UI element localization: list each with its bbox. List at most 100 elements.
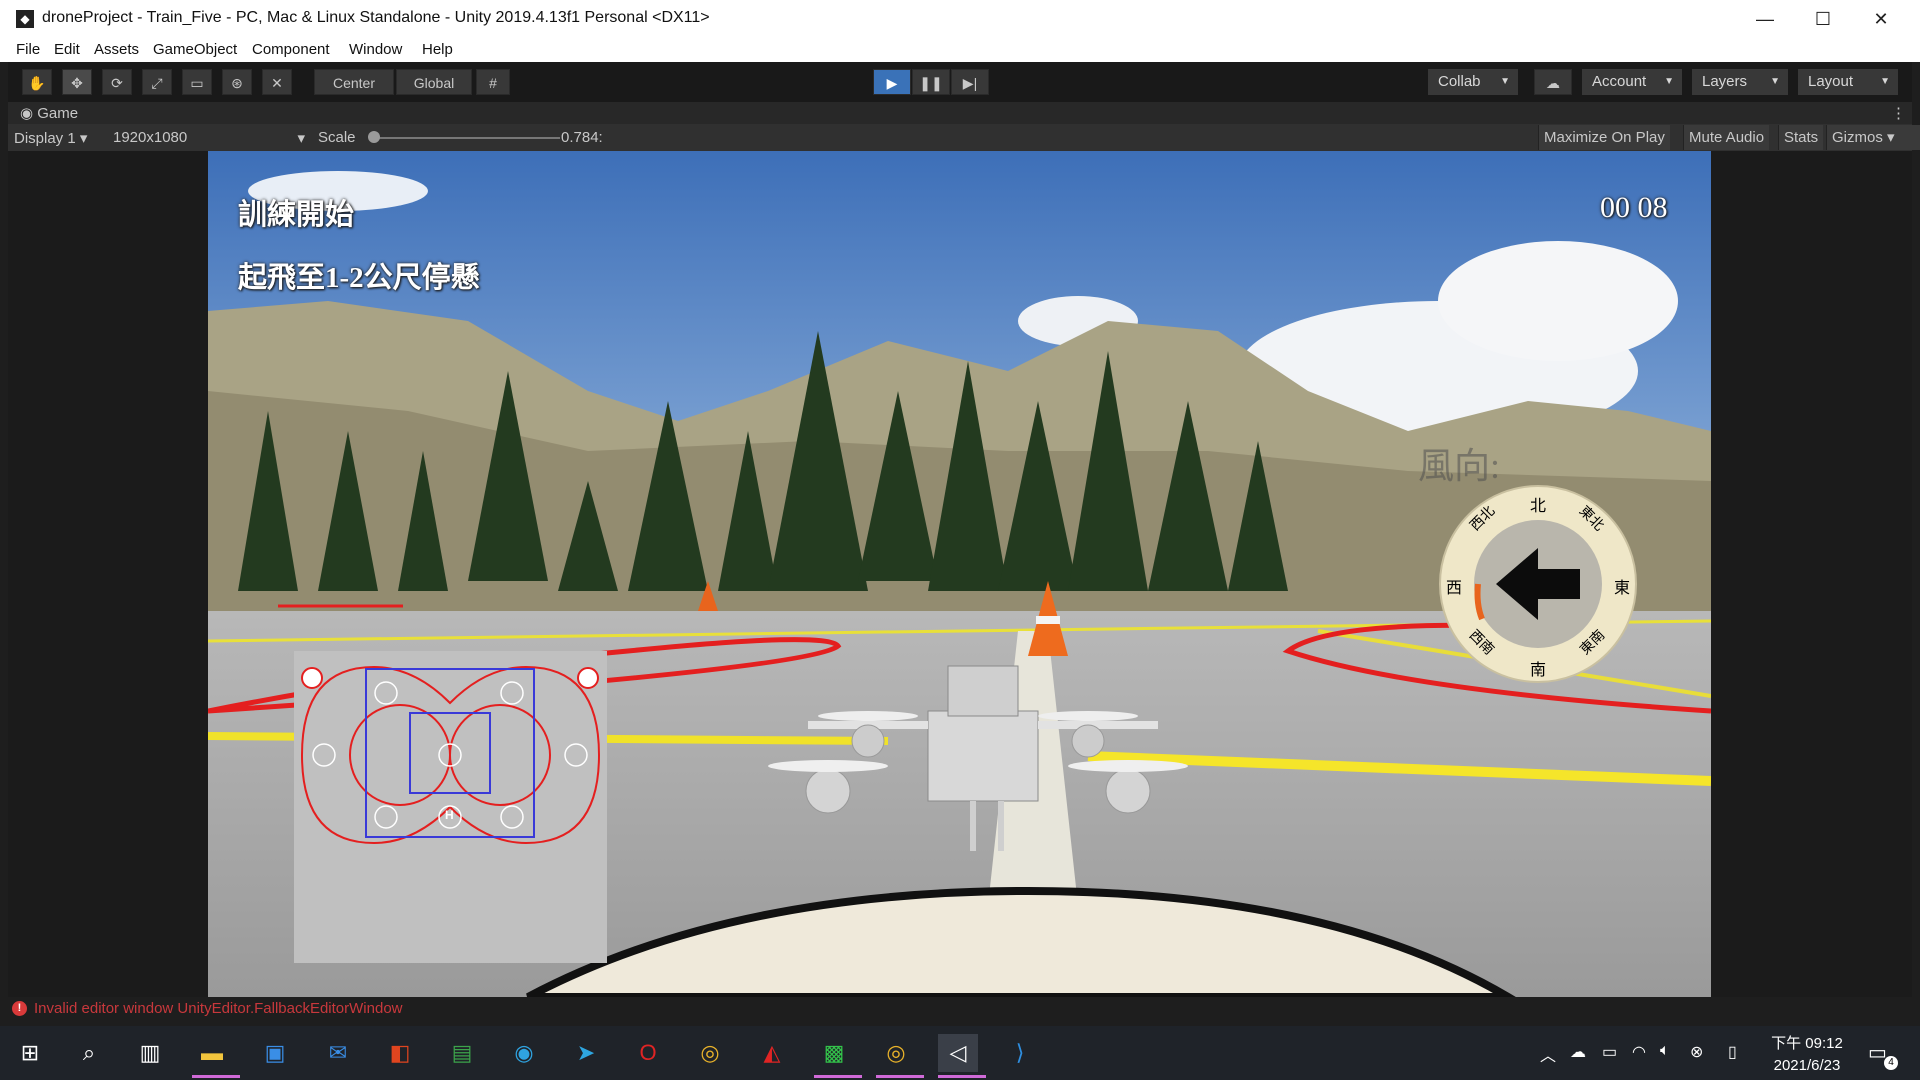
layout-label: Layout <box>1808 73 1854 90</box>
scale-slider-thumb[interactable] <box>368 131 380 143</box>
space-label: Global <box>413 75 455 91</box>
hud-status-line2: 起飛至1-2公尺停懸 <box>238 262 480 294</box>
close-button[interactable]: ✕ <box>1852 0 1910 38</box>
gizmos-dropdown[interactable]: Gizmos ▾ <box>1826 125 1920 150</box>
hud-status-line1: 訓練開始 <box>238 199 355 231</box>
line-icon[interactable]: ▩ <box>814 1034 862 1078</box>
rect-tool-icon[interactable]: ▭ <box>182 69 212 95</box>
garena-icon[interactable]: ◭ <box>752 1034 792 1072</box>
notification-count-badge: 4 <box>1884 1056 1898 1070</box>
resolution-dropdown[interactable]: 1920x1080 ▾ <box>113 129 305 147</box>
opera-icon[interactable]: O <box>628 1034 668 1072</box>
window-title: droneProject - Train_Five - PC, Mac & Li… <box>42 9 710 26</box>
account-label: Account <box>1592 73 1647 90</box>
step-button[interactable]: ▶| <box>951 69 989 95</box>
display-label: Display 1 <box>14 130 76 147</box>
input-method-icon[interactable]: ▯ <box>1728 1042 1737 1062</box>
hud-timer: 00 08 <box>1600 191 1668 224</box>
rotate-tool-icon[interactable]: ⟳ <box>102 69 132 95</box>
menu-edit[interactable]: Edit <box>54 41 80 58</box>
network-off-icon[interactable]: ⊗ <box>1690 1042 1703 1062</box>
file-explorer-icon[interactable]: ▬ <box>192 1034 240 1078</box>
display-dropdown[interactable]: Display 1 ▾ <box>14 129 87 147</box>
scale-tool-icon[interactable]: ⤢ <box>142 69 172 95</box>
battery-icon[interactable]: ▭ <box>1602 1042 1617 1062</box>
game-view-toolbar: Display 1 ▾ 1920x1080 ▾ Scale 0.784: Maxi… <box>8 124 1920 151</box>
cloud-icon[interactable]: ☁ <box>1534 69 1572 95</box>
tray-expand-icon[interactable]: ︿ <box>1540 1042 1556 1066</box>
transform-tool-icon[interactable]: ⊛ <box>222 69 252 95</box>
office-icon[interactable]: ◧ <box>380 1034 420 1072</box>
clock-date: 2021/6/23 <box>1773 1057 1841 1074</box>
vscode-icon[interactable]: ⟩ <box>1000 1034 1040 1072</box>
collab-label: Collab <box>1438 73 1481 90</box>
menu-bar: File Edit Assets GameObject Component Wi… <box>0 38 1920 62</box>
search-icon[interactable]: ⌕ <box>69 1034 109 1072</box>
menu-assets[interactable]: Assets <box>94 41 139 58</box>
active-indicator <box>192 1075 240 1078</box>
telegram-icon[interactable]: ➤ <box>566 1034 606 1072</box>
minimize-button[interactable]: — <box>1736 0 1794 38</box>
compass-e: 東 <box>1614 580 1631 597</box>
pivot-label: Center <box>332 75 376 91</box>
console-status-bar[interactable]: ! Invalid editor window UnityEditor.Fall… <box>8 997 1912 1021</box>
menu-gameobject[interactable]: GameObject <box>153 41 237 58</box>
menu-component[interactable]: Component <box>252 41 330 58</box>
maximize-button[interactable]: ☐ <box>1794 0 1852 38</box>
mail-icon[interactable]: ✉ <box>318 1034 358 1072</box>
clock[interactable]: 下午 09:12 2021/6/23 <box>1768 1032 1846 1074</box>
more-options-icon[interactable]: ⋮ <box>1891 104 1906 122</box>
active-indicator <box>814 1075 862 1078</box>
hand-tool-icon[interactable]: ✋ <box>22 69 52 95</box>
menu-help[interactable]: Help <box>422 41 453 58</box>
main-toolbar: ✋ ✥ ⟳ ⤢ ▭ ⊛ ✕ Center Global # ▶ ❚❚ ▶| Co… <box>8 62 1912 102</box>
wind-direction-label: 風向: <box>1418 446 1501 486</box>
volume-icon[interactable]: 🔈︎ <box>1660 1042 1670 1060</box>
unity-logo-icon: ◆ <box>16 10 34 28</box>
play-button[interactable]: ▶ <box>873 69 911 95</box>
chrome-2-icon[interactable]: ◎ <box>876 1034 924 1078</box>
maximize-on-play-toggle[interactable]: Maximize On Play <box>1538 125 1670 150</box>
error-icon: ! <box>12 1001 27 1016</box>
unity-icon[interactable]: ◁ <box>938 1034 986 1078</box>
stats-toggle[interactable]: Stats <box>1778 125 1824 150</box>
layers-dropdown[interactable]: Layers ▼ <box>1692 69 1788 95</box>
compass-w: 西 <box>1446 580 1463 597</box>
game-tab[interactable]: ◉ Game <box>20 104 78 122</box>
task-view-icon[interactable]: ▥ <box>130 1034 170 1072</box>
pause-button[interactable]: ❚❚ <box>912 69 950 95</box>
menu-file[interactable]: File <box>16 41 40 58</box>
resolution-label: 1920x1080 <box>113 129 188 146</box>
store-icon[interactable]: ▣ <box>255 1034 295 1072</box>
excel-icon[interactable]: ▤ <box>442 1034 482 1072</box>
title-bar: ◆ droneProject - Train_Five - PC, Mac & … <box>0 0 1920 39</box>
start-icon[interactable]: ⊞ <box>10 1034 50 1072</box>
cloud <box>1438 241 1678 361</box>
account-dropdown[interactable]: Account ▼ <box>1582 69 1682 95</box>
mute-audio-toggle[interactable]: Mute Audio <box>1683 125 1770 150</box>
active-indicator <box>876 1075 924 1078</box>
game-viewport[interactable]: 訓練開始 起飛至1-2公尺停懸 00 08 風向: 北 東北 東 東南 南 西南… <box>208 151 1711 997</box>
minimap-helipad-label: H <box>445 808 454 822</box>
pivot-center-toggle[interactable]: Center <box>314 69 394 95</box>
move-tool-icon[interactable]: ✥ <box>62 69 92 95</box>
edge-icon[interactable]: ◉ <box>504 1034 544 1072</box>
custom-tool-icon[interactable]: ✕ <box>262 69 292 95</box>
clock-time: 下午 09:12 <box>1771 1035 1843 1052</box>
menu-window[interactable]: Window <box>349 41 402 58</box>
compass-n: 北 <box>1530 498 1547 515</box>
scale-slider-track[interactable] <box>370 137 560 139</box>
space-global-toggle[interactable]: Global <box>396 69 472 95</box>
layout-dropdown[interactable]: Layout ▼ <box>1798 69 1898 95</box>
wifi-icon[interactable]: ◠ <box>1632 1042 1646 1062</box>
onedrive-icon[interactable]: ☁ <box>1570 1042 1586 1062</box>
status-message: Invalid editor window UnityEditor.Fallba… <box>34 1000 403 1017</box>
game-tab-header: ◉ Game ⋮ <box>8 102 1912 124</box>
grid-snap-icon[interactable]: # <box>476 69 510 95</box>
collab-dropdown[interactable]: Collab ▼ <box>1428 69 1518 95</box>
windows-taskbar: ⊞ ⌕ ▥ ▬ ▣ ✉ ◧ ▤ ◉ ➤ O ◎ ◭ ▩ ◎ ◁ ⟩ ︿ ☁ ▭ … <box>0 1026 1920 1080</box>
chrome-icon[interactable]: ◎ <box>690 1034 730 1072</box>
cone-stripe <box>1036 616 1060 624</box>
scale-label: Scale <box>318 129 356 146</box>
scale-value: 0.784: <box>561 129 603 146</box>
